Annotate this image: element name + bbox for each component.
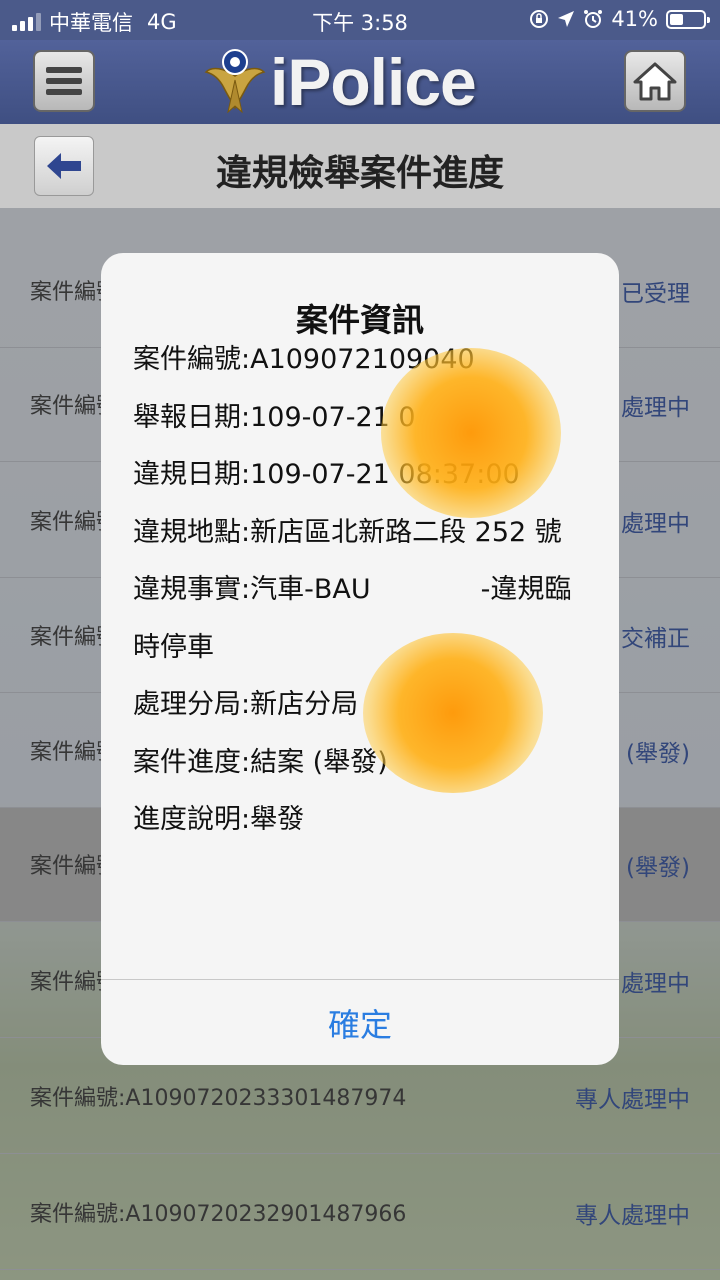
- violation-fact-line: 違規事實:汽車-BAU -違規臨時停車: [133, 574, 572, 663]
- confirm-button[interactable]: 確定: [101, 980, 619, 1065]
- brand-name: iPolice: [270, 45, 477, 119]
- case-info-dialog: 案件資訊 案件編號:A109072109040 舉報日期:109-07-21 0…: [101, 253, 619, 1065]
- status-bar: 中華電信 4G 下午 3:58 41%: [0, 0, 720, 40]
- home-button[interactable]: [624, 50, 686, 112]
- battery-icon: [666, 9, 710, 29]
- page-title: 違規檢舉案件進度: [215, 153, 504, 194]
- battery-percent: 41%: [611, 7, 658, 31]
- orientation-lock-icon: [530, 10, 549, 28]
- alarm-clock-icon: [584, 10, 603, 28]
- app-header: iPolice: [0, 40, 720, 124]
- location-arrow-icon: [558, 11, 575, 27]
- progress-note-line: 進度說明:舉發: [133, 804, 305, 835]
- home-icon: [633, 62, 677, 101]
- hamburger-menu-icon: [46, 67, 82, 95]
- violation-location-line: 違規地點:新店區北新路二段 252 號: [133, 516, 562, 548]
- redaction-smudge: [381, 348, 561, 518]
- title-bar: 違規檢舉案件進度: [0, 124, 720, 208]
- menu-button[interactable]: [33, 50, 95, 112]
- app-logo: iPolice: [204, 45, 477, 119]
- police-emblem-icon: [204, 49, 266, 114]
- redaction-smudge: [363, 633, 543, 793]
